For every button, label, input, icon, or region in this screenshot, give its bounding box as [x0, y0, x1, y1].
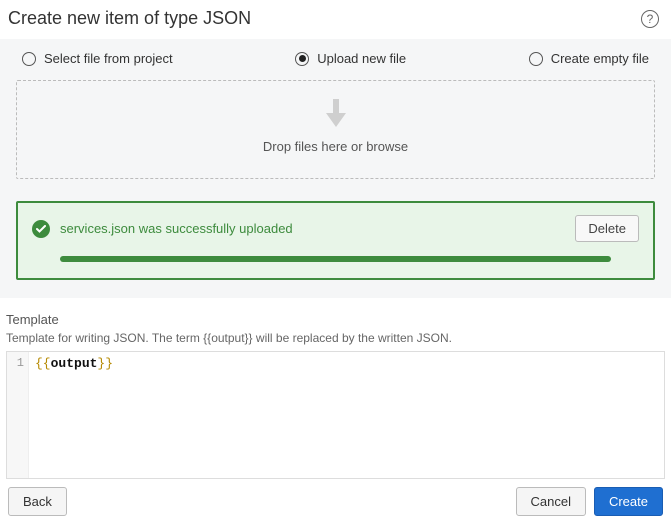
upload-panel: Select file from project Upload new file… [0, 39, 671, 298]
create-button[interactable]: Create [594, 487, 663, 516]
radio-select-from-project[interactable]: Select file from project [22, 51, 173, 66]
radio-icon [295, 52, 309, 66]
radio-label: Select file from project [44, 51, 173, 66]
upload-success-message: services.json was successfully uploaded [60, 221, 565, 236]
cancel-button[interactable]: Cancel [516, 487, 586, 516]
help-icon[interactable]: ? [641, 10, 659, 28]
radio-upload-new-file[interactable]: Upload new file [295, 51, 406, 66]
back-button[interactable]: Back [8, 487, 67, 516]
upload-progress-bar [60, 256, 611, 262]
success-check-icon [32, 220, 50, 238]
download-arrow-icon [324, 99, 348, 127]
radio-label: Upload new file [317, 51, 406, 66]
editor-code[interactable]: {{output}} [29, 352, 119, 478]
upload-success-banner: services.json was successfully uploaded … [16, 201, 655, 280]
dialog-title: Create new item of type JSON [8, 8, 251, 29]
radio-icon [22, 52, 36, 66]
template-description: Template for writing JSON. The term {{ou… [6, 331, 665, 345]
template-editor[interactable]: 1 {{output}} [6, 351, 665, 479]
line-number: 1 [7, 356, 24, 370]
editor-gutter: 1 [7, 352, 29, 478]
radio-create-empty-file[interactable]: Create empty file [529, 51, 649, 66]
file-dropzone[interactable]: Drop files here or browse [16, 80, 655, 179]
brace-close: }} [97, 356, 113, 371]
template-section: Template Template for writing JSON. The … [0, 298, 671, 479]
dialog-footer: Back Cancel Create [0, 479, 671, 526]
source-radio-group: Select file from project Upload new file… [16, 51, 655, 80]
dropzone-text: Drop files here or browse [263, 139, 408, 154]
template-label: Template [6, 312, 665, 327]
radio-label: Create empty file [551, 51, 649, 66]
brace-open: {{ [35, 356, 51, 371]
template-identifier: output [51, 356, 98, 371]
delete-upload-button[interactable]: Delete [575, 215, 639, 242]
radio-icon [529, 52, 543, 66]
